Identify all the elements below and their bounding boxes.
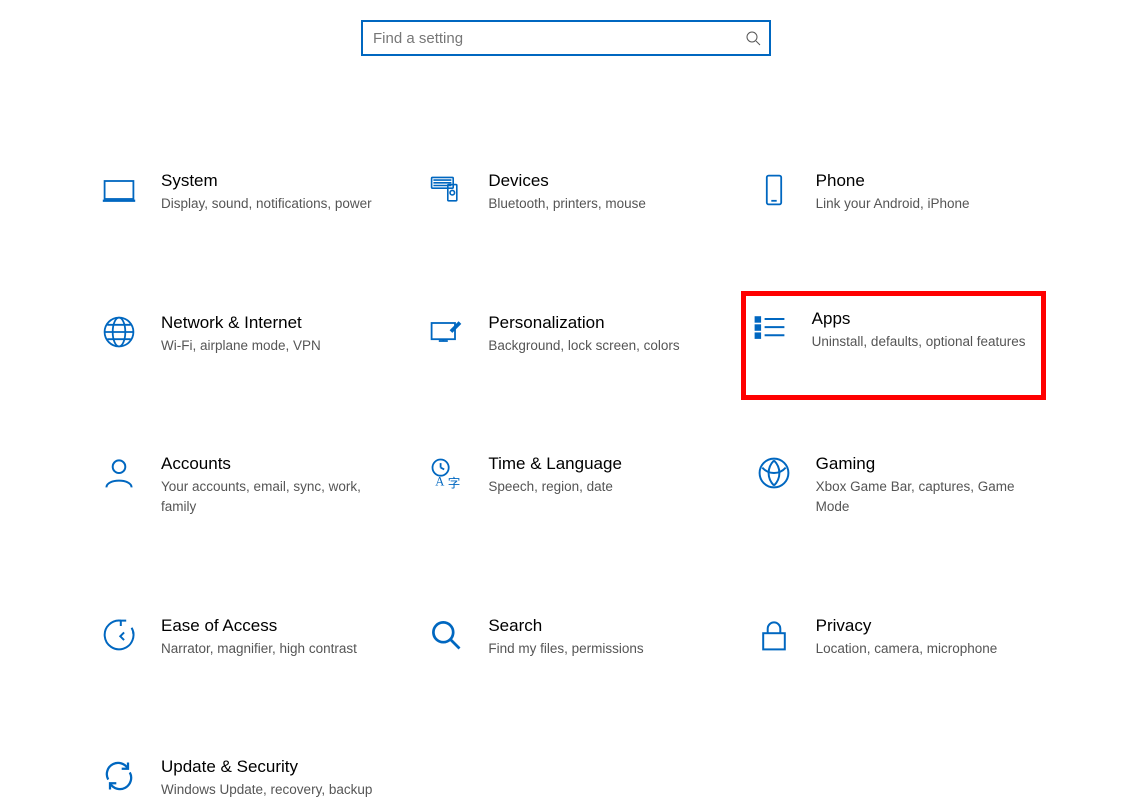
svg-text:字: 字 [448,477,461,491]
tile-title: Apps [812,308,1037,330]
tile-desc: Uninstall, defaults, optional features [812,332,1037,352]
tile-title: Accounts [161,453,378,475]
tile-desc: Display, sound, notifications, power [161,194,378,214]
tile-accounts[interactable]: Accounts Your accounts, email, sync, wor… [95,449,382,520]
personalization-icon [426,312,466,352]
apps-icon [750,308,790,348]
tile-desc: Bluetooth, printers, mouse [488,194,705,214]
tile-title: Devices [488,170,705,192]
search-tile-icon [426,615,466,655]
accounts-icon [99,453,139,493]
search-box[interactable] [361,20,771,56]
system-icon [99,170,139,210]
settings-grid: System Display, sound, notifications, po… [0,166,1132,804]
tile-privacy[interactable]: Privacy Location, camera, microphone [750,611,1037,663]
tile-phone[interactable]: Phone Link your Android, iPhone [750,166,1037,218]
tile-system[interactable]: System Display, sound, notifications, po… [95,166,382,218]
tile-network[interactable]: Network & Internet Wi-Fi, airplane mode,… [95,308,382,360]
tile-personalization[interactable]: Personalization Background, lock screen,… [422,308,709,360]
tile-title: Time & Language [488,453,705,475]
search-container [0,20,1132,56]
network-icon [99,312,139,352]
ease-of-access-icon [99,615,139,655]
tile-desc: Link your Android, iPhone [816,194,1033,214]
update-security-icon [99,756,139,796]
gaming-icon [754,453,794,493]
svg-text:A: A [436,475,445,489]
search-icon [745,30,761,46]
tile-time-language[interactable]: A 字 Time & Language Speech, region, date [422,449,709,520]
tile-desc: Background, lock screen, colors [488,336,705,356]
tile-search[interactable]: Search Find my files, permissions [422,611,709,663]
tile-title: System [161,170,378,192]
tile-title: Search [488,615,705,637]
time-language-icon: A 字 [426,453,466,493]
search-input[interactable] [371,29,745,48]
devices-icon [426,170,466,210]
tile-desc: Xbox Game Bar, captures, Game Mode [816,477,1033,516]
tile-title: Phone [816,170,1033,192]
tile-title: Ease of Access [161,615,378,637]
tile-devices[interactable]: Devices Bluetooth, printers, mouse [422,166,709,218]
tile-title: Personalization [488,312,705,334]
tile-title: Network & Internet [161,312,378,334]
tile-desc: Speech, region, date [488,477,705,497]
tile-desc: Find my files, permissions [488,639,705,659]
tile-desc: Your accounts, email, sync, work, family [161,477,378,516]
tile-desc: Windows Update, recovery, backup [161,780,378,800]
phone-icon [754,170,794,210]
tile-desc: Wi-Fi, airplane mode, VPN [161,336,378,356]
tile-title: Gaming [816,453,1033,475]
tile-apps[interactable]: Apps Uninstall, defaults, optional featu… [741,291,1046,401]
privacy-icon [754,615,794,655]
tile-desc: Location, camera, microphone [816,639,1033,659]
tile-title: Privacy [816,615,1033,637]
tile-desc: Narrator, magnifier, high contrast [161,639,378,659]
tile-gaming[interactable]: Gaming Xbox Game Bar, captures, Game Mod… [750,449,1037,520]
tile-ease-of-access[interactable]: Ease of Access Narrator, magnifier, high… [95,611,382,663]
